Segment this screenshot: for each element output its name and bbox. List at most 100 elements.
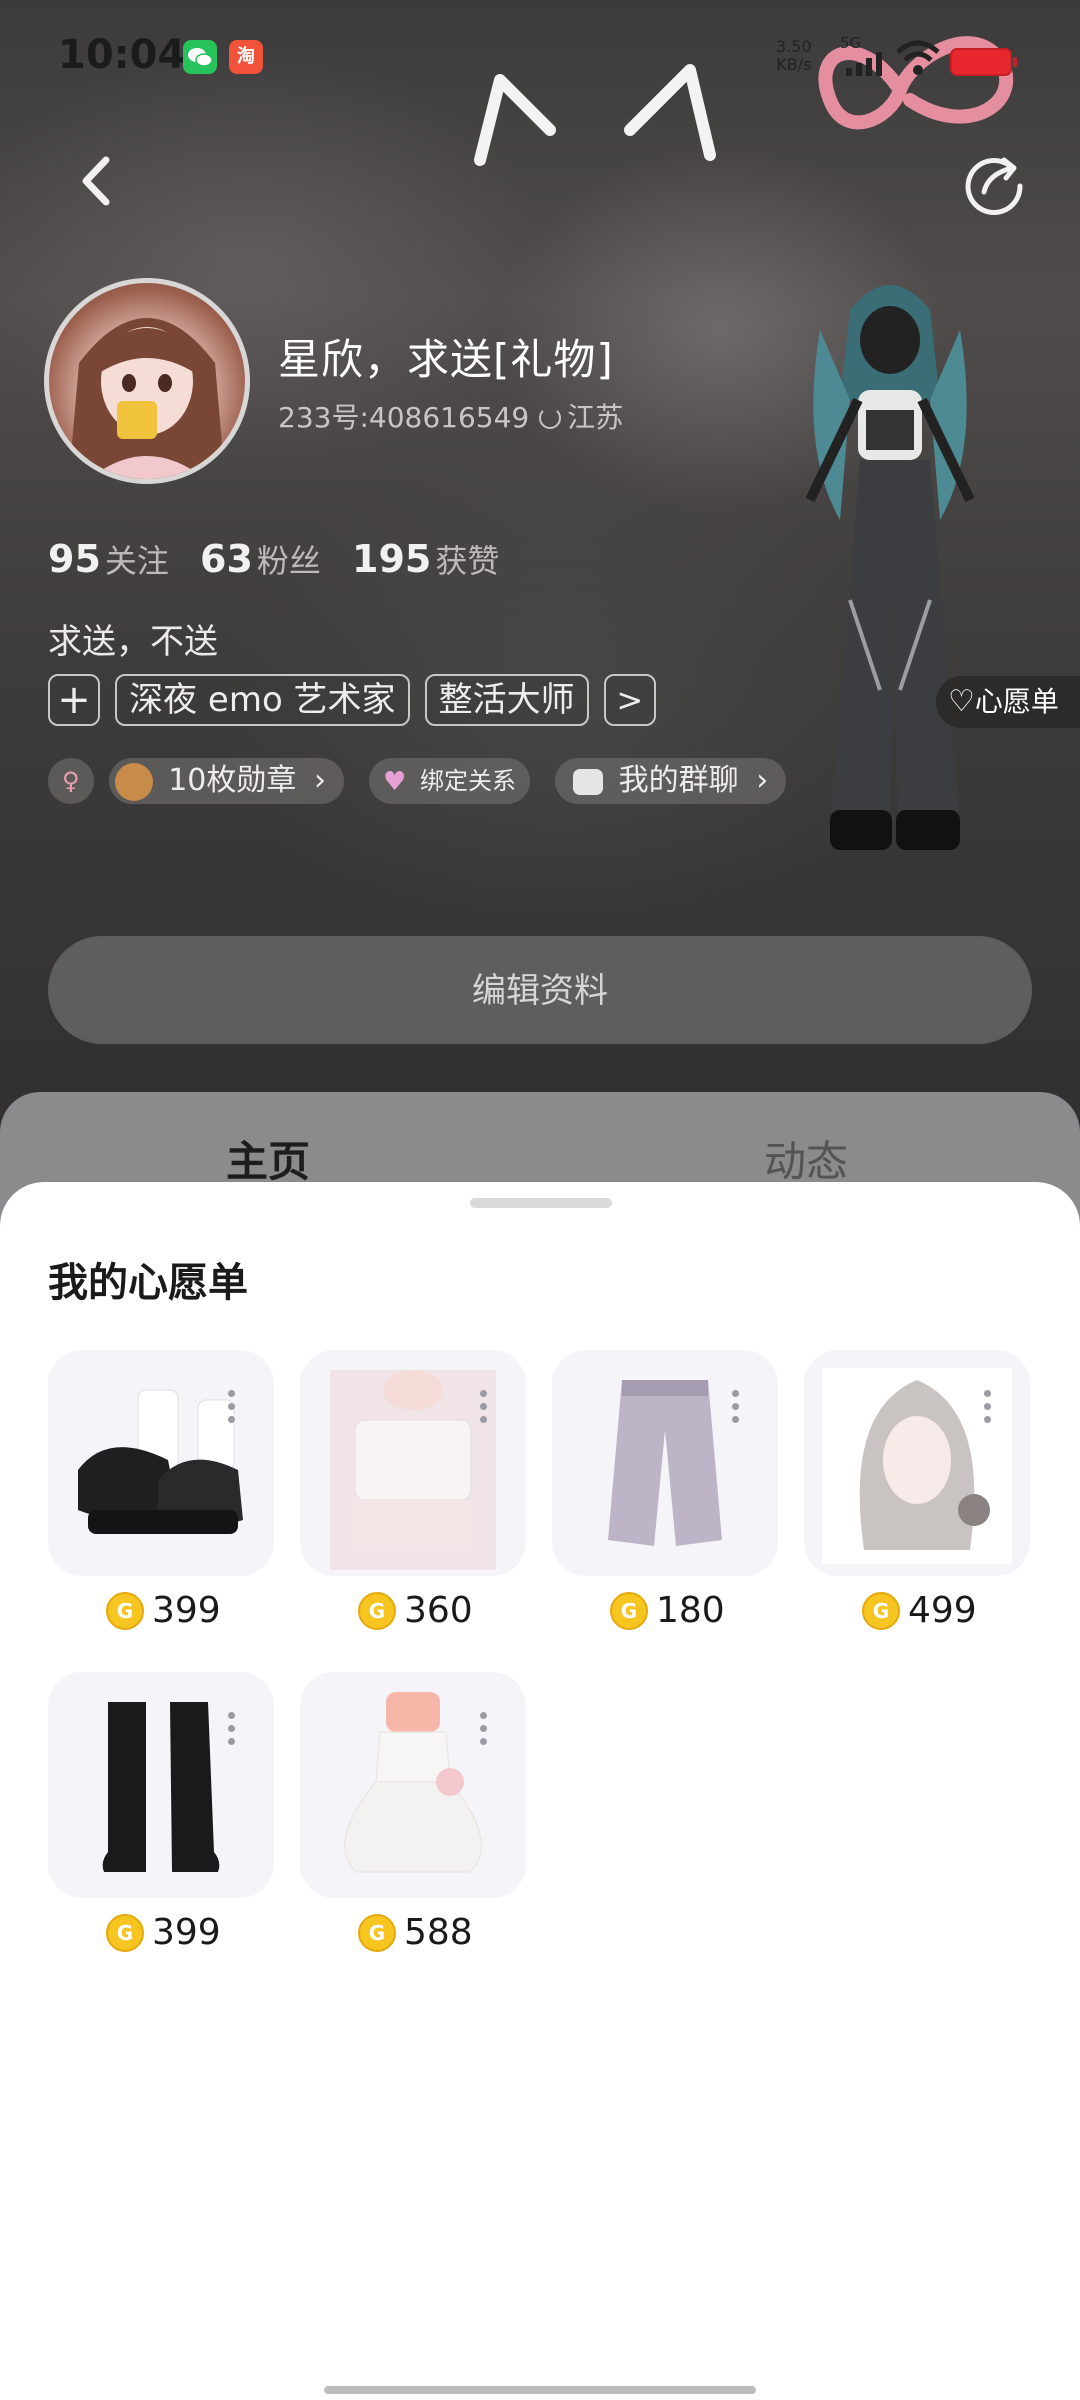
- tab-posts[interactable]: 动态: [764, 1128, 848, 1189]
- heart-icon: ♥: [383, 767, 407, 797]
- white-dress-image: [344, 1692, 482, 1873]
- item-thumbnail: [48, 1350, 274, 1576]
- wishlist-item[interactable]: 399: [48, 1672, 274, 1962]
- tab-home[interactable]: 主页: [226, 1128, 310, 1189]
- price-value: 360: [404, 1590, 473, 1631]
- more-options-icon[interactable]: [984, 1390, 992, 1430]
- item-thumbnail: [300, 1672, 526, 1898]
- item-price: 399: [106, 1912, 221, 1956]
- stat-followers[interactable]: 63 粉丝: [200, 536, 321, 582]
- item-price: 399: [106, 1590, 221, 1634]
- net-speed-unit: KB/s: [776, 55, 812, 74]
- item-thumbnail: [552, 1350, 778, 1576]
- nickname: 星欣，求送[礼物]: [278, 335, 614, 384]
- price-value: 588: [404, 1912, 473, 1953]
- group-chat-label: 我的群聊: [618, 763, 739, 798]
- avatar-character[interactable]: [780, 270, 1000, 890]
- heart-outline-icon: ♡: [948, 684, 975, 719]
- battery-icon: [950, 48, 1017, 76]
- wishlist-item[interactable]: 588: [300, 1672, 526, 1962]
- coin-icon: [862, 1591, 900, 1630]
- item-thumbnail: [804, 1350, 1030, 1576]
- coin-icon: [358, 1591, 396, 1630]
- home-indicator[interactable]: [324, 2386, 756, 2394]
- item-price: 360: [358, 1590, 473, 1634]
- more-tags-button[interactable]: >: [603, 674, 656, 726]
- lavender-pants-image: [608, 1380, 722, 1546]
- bind-relation-label: 绑定关系: [420, 767, 516, 795]
- bind-relation-button[interactable]: ♥ 绑定关系: [369, 758, 530, 804]
- sheet-title: 我的心愿单: [48, 1260, 248, 1306]
- platform-shoes-image: [78, 1389, 243, 1534]
- price-value: 399: [152, 1912, 221, 1953]
- edit-profile-button[interactable]: 编辑资料: [48, 936, 1032, 1044]
- taobao-icon: 淘: [229, 40, 263, 74]
- likes-label: 获赞: [435, 542, 500, 580]
- more-options-icon[interactable]: [480, 1712, 488, 1752]
- coin-icon: [610, 1591, 648, 1630]
- wishlist-item[interactable]: 399: [48, 1350, 274, 1640]
- profile-stats: 95 关注 63 粉丝 195 获赞: [48, 536, 525, 582]
- coin-icon: [358, 1913, 396, 1952]
- price-value: 399: [152, 1590, 221, 1631]
- price-value: 180: [656, 1590, 725, 1631]
- more-options-icon[interactable]: [480, 1390, 488, 1430]
- add-tag-button[interactable]: +: [48, 674, 100, 726]
- more-options-icon[interactable]: [228, 1712, 236, 1752]
- chevron-right-icon: ›: [756, 763, 769, 798]
- medals-label: 10枚勋章: [168, 763, 297, 798]
- share-icon[interactable]: [960, 146, 1030, 216]
- wishlist-sheet: 我的心愿单 399 360: [0, 1182, 1080, 2400]
- silver-hair-image: [822, 1368, 1012, 1564]
- chevron-right-icon: ›: [313, 763, 326, 798]
- stat-following[interactable]: 95 关注: [48, 536, 169, 582]
- wishlist-tag-button[interactable]: ♡心愿单: [936, 676, 1080, 728]
- network-type: 5G: [840, 34, 862, 52]
- net-speed-value: 3.50: [776, 37, 812, 56]
- toast-icon: [117, 401, 157, 439]
- coin-icon: [106, 1913, 144, 1952]
- medals-button[interactable]: 10枚勋章 ›: [108, 758, 344, 804]
- sheet-grabber[interactable]: [470, 1198, 612, 1208]
- following-count: 95: [48, 537, 101, 581]
- item-price: 588: [358, 1912, 473, 1956]
- item-price: 180: [610, 1590, 725, 1634]
- gender-icon: ♀: [48, 758, 94, 804]
- tag-item[interactable]: 深夜 emo 艺术家: [115, 674, 410, 726]
- lace-top-image: [330, 1370, 496, 1570]
- followers-label: 粉丝: [256, 542, 321, 580]
- avatar-portrait: [69, 318, 225, 479]
- wishlist-item[interactable]: 360: [300, 1350, 526, 1640]
- user-id: 233号:408616549 江苏: [278, 396, 623, 436]
- following-label: 关注: [104, 542, 169, 580]
- more-options-icon[interactable]: [732, 1390, 740, 1430]
- stat-likes[interactable]: 195 获赞: [352, 536, 499, 582]
- net-speed: 3.50 KB/s: [776, 38, 812, 74]
- avatar[interactable]: [44, 278, 250, 484]
- wishlist-tag-label: 心愿单: [974, 685, 1059, 718]
- black-boots-image: [102, 1702, 220, 1872]
- tag-row: + 深夜 emo 艺术家 整活大师 >: [48, 674, 666, 726]
- bio: 求送，不送: [48, 622, 218, 662]
- wishlist-item[interactable]: 499: [804, 1350, 1030, 1640]
- back-icon[interactable]: [62, 146, 132, 216]
- price-value: 499: [908, 1590, 977, 1631]
- followers-count: 63: [200, 537, 253, 581]
- location-icon: [539, 407, 562, 429]
- coin-icon: [106, 1591, 144, 1630]
- wechat-icon: [183, 40, 217, 74]
- wifi-icon: [896, 40, 940, 75]
- item-thumbnail: [48, 1672, 274, 1898]
- item-price: 499: [862, 1590, 977, 1634]
- group-chat-button[interactable]: 我的群聊 ›: [555, 758, 787, 804]
- uid-text: 233号:408616549: [278, 401, 530, 434]
- tag-item[interactable]: 整活大师: [424, 674, 589, 726]
- location-text: 江苏: [567, 401, 624, 434]
- likes-count: 195: [352, 537, 432, 581]
- chat-icon: [573, 768, 604, 795]
- more-options-icon[interactable]: [228, 1390, 236, 1430]
- wishlist-item[interactable]: 180: [552, 1350, 778, 1640]
- medal-icon: [114, 762, 153, 801]
- item-thumbnail: [300, 1350, 526, 1576]
- status-time: 10:04: [58, 32, 186, 78]
